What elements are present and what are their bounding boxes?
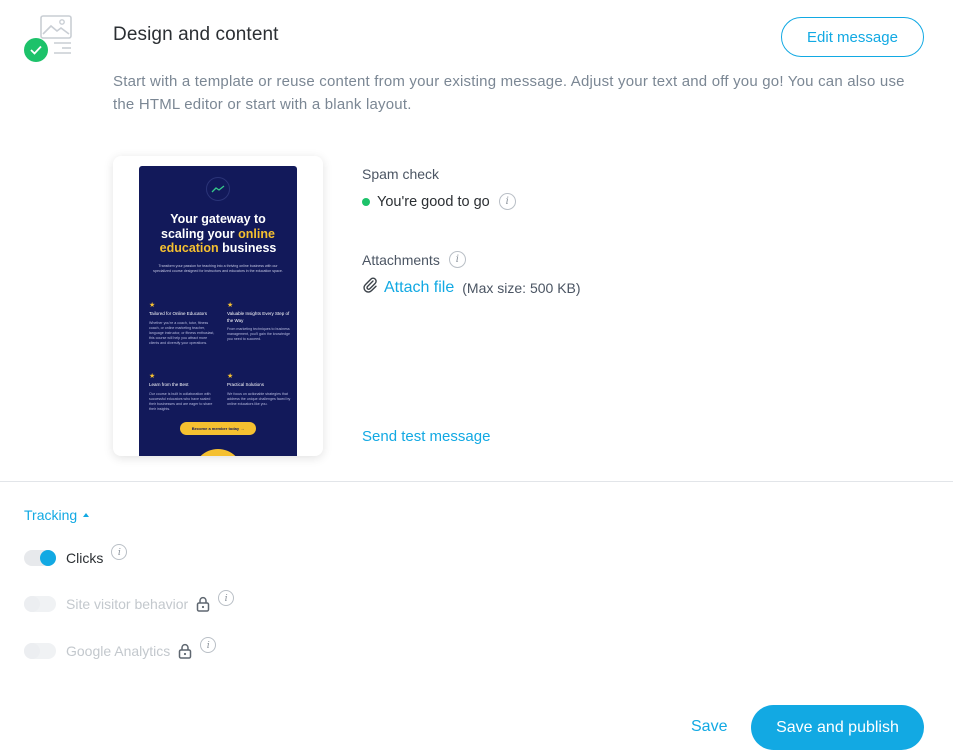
- save-and-publish-button[interactable]: Save and publish: [751, 705, 924, 750]
- email-cta: Become a member today →: [180, 422, 256, 435]
- send-test-message-link[interactable]: Send test message: [362, 428, 490, 445]
- clicks-toggle[interactable]: [24, 550, 56, 566]
- site-visitor-label: Site visitor behavior: [66, 596, 189, 612]
- paperclip-icon: [362, 277, 378, 298]
- email-feature: ★ Valuable Insights Every Step of the Wa…: [227, 302, 293, 342]
- spam-check-status: You're good to go i: [362, 193, 516, 210]
- google-analytics-toggle: [24, 643, 56, 659]
- check-icon: [24, 38, 48, 62]
- lock-icon: [196, 596, 210, 612]
- email-preview: Your gateway to scaling your online educ…: [139, 166, 297, 456]
- site-visitor-toggle: [24, 596, 56, 612]
- spam-status-text: You're good to go: [377, 193, 490, 210]
- info-icon[interactable]: i: [200, 637, 217, 653]
- star-icon: ★: [227, 302, 234, 309]
- google-analytics-label: Google Analytics: [66, 643, 171, 659]
- section-description: Start with a template or reuse content f…: [113, 73, 905, 113]
- save-button[interactable]: Save: [691, 718, 727, 736]
- email-feature: ★ Learn from the Best Our course is buil…: [149, 373, 215, 412]
- email-feature: ★ Practical Solutions We focus on action…: [227, 373, 293, 407]
- info-icon[interactable]: i: [448, 251, 466, 268]
- email-decoration: [193, 449, 243, 456]
- star-icon: ★: [227, 373, 234, 380]
- clicks-label: Clicks: [66, 550, 104, 566]
- spam-check-label: Spam check: [362, 166, 440, 182]
- attach-row: Attach file (Max size: 500 KB): [362, 277, 581, 298]
- email-logo: [206, 177, 230, 201]
- tracking-toggle[interactable]: Tracking: [24, 507, 90, 523]
- lock-icon: [178, 643, 192, 659]
- tracking-option-google-analytics: Google Analytics i: [24, 637, 217, 659]
- edit-message-button[interactable]: Edit message: [781, 17, 924, 57]
- info-icon[interactable]: i: [111, 544, 128, 560]
- star-icon: ★: [149, 302, 156, 309]
- star-icon: ★: [149, 373, 156, 380]
- section-title: Design and content: [113, 24, 279, 45]
- email-intro: Transform your passion for teaching into…: [153, 264, 283, 273]
- attach-size-limit: (Max size: 500 KB): [462, 279, 581, 296]
- info-icon[interactable]: i: [498, 193, 516, 210]
- status-dot: [362, 197, 370, 206]
- info-icon[interactable]: i: [218, 590, 235, 606]
- tracking-option-site-visitor: Site visitor behavior i: [24, 590, 235, 612]
- attachments-label: Attachments i: [362, 251, 466, 268]
- email-headline: Your gateway to scaling your online educ…: [159, 212, 277, 255]
- caret-up-icon: [83, 512, 90, 517]
- divider: [0, 481, 953, 482]
- email-feature: ★ Tailored for Online Educators Whether …: [149, 302, 215, 345]
- email-preview-card[interactable]: Your gateway to scaling your online educ…: [113, 156, 323, 456]
- tracking-option-clicks: Clicks i: [24, 544, 128, 566]
- attach-file-link[interactable]: Attach file: [384, 279, 454, 297]
